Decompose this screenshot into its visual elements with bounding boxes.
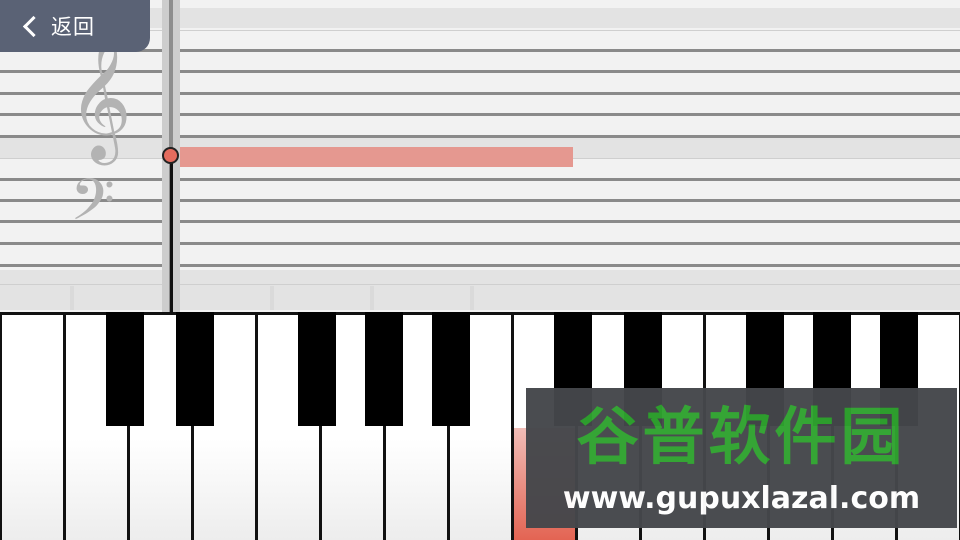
bass-staff-line — [0, 178, 960, 181]
watermark-title: 谷普软件园 — [576, 400, 907, 473]
piano-black-key[interactable] — [432, 312, 470, 426]
measure-tick — [470, 286, 474, 310]
treble-clef-icon: 𝄞 — [68, 35, 132, 160]
bass-staff-line — [0, 242, 960, 245]
piano-white-key[interactable] — [2, 315, 63, 540]
back-button[interactable]: 返回 — [0, 0, 150, 52]
watermark-overlay: 谷普软件园 www.gupuxlazal.com — [526, 388, 957, 528]
bass-staff-line — [0, 220, 960, 223]
measure-tick — [70, 286, 74, 310]
bass-staff-line — [0, 264, 960, 267]
bass-clef-icon: 𝄢 — [70, 166, 116, 248]
piano-black-key[interactable] — [365, 312, 403, 426]
playhead-line — [170, 160, 173, 312]
piano-black-key[interactable] — [176, 312, 214, 426]
treble-staff-line — [0, 135, 960, 138]
piano-black-key[interactable] — [106, 312, 144, 426]
ledger-line — [0, 284, 960, 285]
bass-staff-line — [0, 199, 960, 202]
staff-band — [0, 270, 960, 310]
current-note-bar — [180, 147, 573, 167]
back-label: 返回 — [51, 15, 95, 39]
playhead-handle[interactable] — [162, 147, 179, 164]
treble-staff-line — [0, 92, 960, 95]
treble-staff-line — [0, 113, 960, 116]
piano-black-key[interactable] — [298, 312, 336, 426]
watermark-url: www.gupuxlazal.com — [562, 481, 921, 516]
measure-tick — [370, 286, 374, 310]
chevron-left-icon — [22, 15, 45, 37]
treble-staff-line — [0, 70, 960, 73]
measure-tick — [270, 286, 274, 310]
